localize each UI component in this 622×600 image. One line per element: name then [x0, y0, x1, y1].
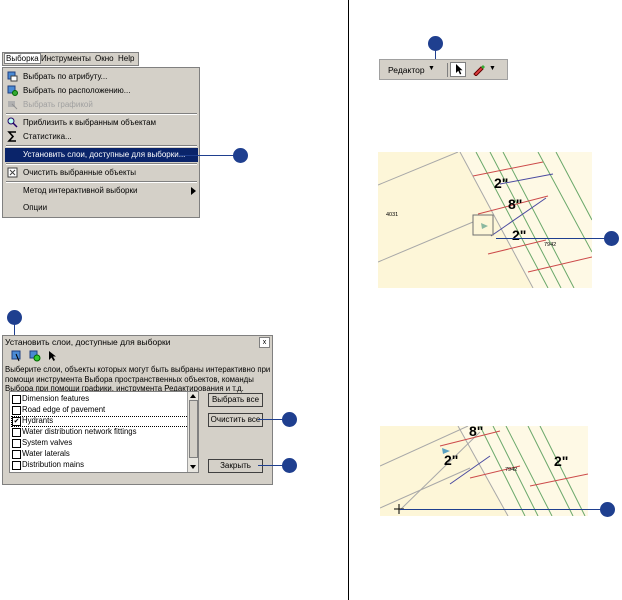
- select-by-location-icon[interactable]: [29, 350, 41, 362]
- sketch-dropdown-arrow[interactable]: ▼: [489, 65, 496, 72]
- dimension-label: 2": [554, 453, 569, 469]
- menu-item-options[interactable]: Опции: [5, 201, 198, 215]
- menu-bar: Выборка Инструменты Окно Help: [2, 52, 139, 66]
- editor-dropdown-arrow[interactable]: ▼: [428, 65, 435, 72]
- selection-menu: Выбрать по атрибуту... Выбрать по распол…: [2, 67, 200, 218]
- select-by-graphics-icon: [8, 101, 18, 110]
- layer-checkbox[interactable]: [12, 450, 21, 459]
- callout-marker: [604, 231, 619, 246]
- select-by-attribute-icon: [7, 71, 18, 82]
- layer-checkbox[interactable]: [12, 428, 21, 437]
- layer-checkbox[interactable]: [12, 439, 21, 448]
- callout-marker: [600, 502, 615, 517]
- menu-instrumenty[interactable]: Инструменты: [41, 54, 91, 63]
- layer-item-water-laterals[interactable]: Water laterals: [12, 449, 188, 459]
- select-by-location-icon: [7, 85, 18, 96]
- scroll-thumb[interactable]: [189, 400, 198, 458]
- callout-marker: [428, 36, 443, 51]
- parcel-label: 7942: [505, 467, 518, 473]
- select-arrow-icon[interactable]: [47, 350, 57, 362]
- sigma-icon: [7, 131, 16, 142]
- menu-item-interactive-selection-method[interactable]: Метод интерактивной выборки: [5, 184, 198, 198]
- scroll-up-icon[interactable]: [190, 394, 196, 398]
- dialog-close-button[interactable]: x: [259, 337, 270, 348]
- layer-item-water-fittings[interactable]: Water distribution network fittings: [12, 427, 188, 437]
- layer-checkbox[interactable]: [12, 461, 21, 470]
- dimension-label: 8": [469, 426, 484, 439]
- edit-tool-button[interactable]: [450, 62, 466, 77]
- map-lines: [380, 426, 588, 516]
- layer-item-dimension-features[interactable]: Dimension features: [12, 394, 188, 404]
- layer-item-system-valves[interactable]: System valves: [12, 438, 188, 448]
- dimension-label: 2": [512, 227, 527, 243]
- close-button[interactable]: Закрыть: [208, 459, 263, 473]
- editor-toolbar: Редактор ▼ ▼: [379, 59, 508, 80]
- clear-all-button[interactable]: Очистить все: [208, 413, 263, 427]
- menu-separator: [6, 145, 197, 147]
- callout-line: [400, 509, 605, 510]
- callout-marker: [282, 412, 297, 427]
- dimension-label: 2": [444, 452, 459, 468]
- zoom-to-selected-icon: [7, 117, 18, 128]
- callout-marker: [233, 148, 248, 163]
- menu-separator: [6, 113, 197, 115]
- layer-item-road-edge[interactable]: Road edge of pavement: [12, 405, 188, 415]
- menu-separator: [6, 181, 197, 183]
- menu-item-zoom-to-selected[interactable]: Приблизить к выбранным объектам: [5, 116, 198, 130]
- dimension-label: 2": [494, 175, 509, 191]
- select-all-button[interactable]: Выбрать все: [208, 393, 263, 407]
- editor-menu[interactable]: Редактор: [388, 65, 425, 75]
- layer-item-hydrants[interactable]: ✔ Hydrants: [11, 416, 189, 427]
- callout-marker: [282, 458, 297, 473]
- submenu-arrow-icon: [191, 187, 196, 195]
- callout-line: [258, 465, 283, 466]
- layer-item-distribution-mains[interactable]: Distribution mains: [12, 460, 188, 470]
- map-view-2[interactable]: 8" 2" 2" 7942: [380, 426, 588, 516]
- map-lines: [378, 152, 592, 288]
- callout-line: [178, 155, 240, 156]
- parcel-label: 4031: [386, 212, 399, 218]
- toolbar-separator: [447, 63, 448, 77]
- selectable-layers-icon[interactable]: [11, 350, 23, 362]
- sketch-pencil-icon[interactable]: [472, 64, 485, 76]
- layer-checkbox[interactable]: [12, 406, 21, 415]
- layers-list[interactable]: Dimension features Road edge of pavement…: [9, 391, 199, 473]
- callout-line: [496, 238, 606, 239]
- callout-line: [258, 419, 283, 420]
- parcel-label: 7942: [544, 242, 557, 248]
- layer-checkbox-checked[interactable]: ✔: [12, 417, 21, 426]
- menu-item-set-selectable-layers[interactable]: Установить слои, доступные для выборки..…: [5, 148, 198, 162]
- menu-item-statistics[interactable]: Статистика...: [5, 130, 198, 144]
- menu-separator: [6, 163, 197, 165]
- menu-help[interactable]: Help: [118, 54, 134, 63]
- page-divider: [348, 0, 349, 600]
- set-selectable-layers-dialog: Установить слои, доступные для выборки x…: [2, 335, 273, 485]
- scroll-down-icon[interactable]: [190, 465, 196, 469]
- menu-vyborka[interactable]: Выборка: [4, 53, 41, 64]
- edit-arrow-icon: [456, 64, 463, 75]
- clear-selection-icon: [7, 167, 18, 178]
- list-scrollbar[interactable]: [187, 392, 198, 472]
- menu-okno[interactable]: Окно: [95, 54, 114, 63]
- map-view-1[interactable]: 4031 7942 2" 8" 2": [378, 152, 592, 288]
- dialog-title: Установить слои, доступные для выборки: [5, 337, 171, 347]
- dimension-label: 8": [508, 196, 523, 212]
- dialog-titlebar: Установить слои, доступные для выборки x: [3, 336, 272, 348]
- layer-checkbox[interactable]: [12, 395, 21, 404]
- dialog-description: Выберите слои, объекты которых могут быт…: [5, 365, 271, 393]
- menu-item-clear-selection[interactable]: Очистить выбранные объекты: [5, 166, 198, 180]
- menu-item-select-by-attribute[interactable]: Выбрать по атрибуту...: [5, 70, 198, 84]
- menu-item-select-by-graphics[interactable]: Выбрать графикой: [5, 98, 198, 112]
- menu-item-select-by-location[interactable]: Выбрать по расположению...: [5, 84, 198, 98]
